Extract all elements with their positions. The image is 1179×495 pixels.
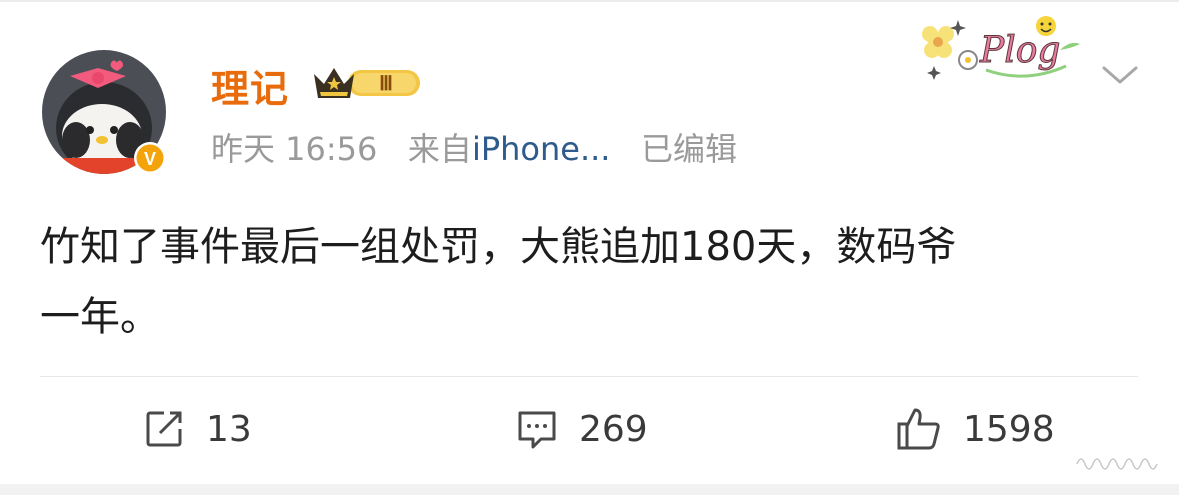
thumbs-up-icon: [897, 408, 940, 450]
like-count: 1598: [963, 408, 1055, 450]
membership-crown-badge-icon[interactable]: Ⅲ: [310, 60, 428, 104]
like-button[interactable]: 1598: [895, 404, 1055, 454]
verified-badge-icon: V: [134, 142, 166, 174]
post-meta: 昨天 16:56 来自iPhone... 已编辑: [211, 124, 737, 170]
chevron-down-icon[interactable]: [1100, 60, 1140, 90]
divider: [40, 376, 1138, 377]
repost-count: 13: [206, 408, 252, 450]
bottom-band: [0, 484, 1179, 495]
watermark-icon: [1076, 458, 1158, 470]
svg-text:V: V: [144, 149, 156, 169]
repost-button[interactable]: 13: [142, 404, 252, 454]
post-content: 竹知了事件最后一组处罚，大熊追加180天，数码爷 一年。: [40, 212, 1150, 352]
post-time: 昨天 16:56: [211, 130, 378, 168]
username[interactable]: 理记: [211, 58, 289, 113]
comment-button[interactable]: 269: [515, 404, 648, 454]
source-prefix: 来自: [407, 130, 472, 168]
avatar[interactable]: V: [40, 48, 168, 176]
source-link[interactable]: iPhone...: [472, 130, 611, 168]
repost-icon: [146, 411, 182, 447]
comment-icon: [518, 411, 556, 449]
comment-count: 269: [579, 408, 648, 450]
top-separator: [0, 0, 1179, 2]
post-content-line: 一年。: [40, 294, 160, 340]
post-content-line: 竹知了事件最后一组处罚，大熊追加180天，数码爷: [40, 224, 957, 270]
edited-label: 已编辑: [640, 130, 737, 168]
svg-text:Ⅲ: Ⅲ: [379, 73, 393, 95]
plog-decoration-icon: Plog: [922, 16, 1080, 80]
svg-text:Plog: Plog: [979, 30, 1060, 71]
